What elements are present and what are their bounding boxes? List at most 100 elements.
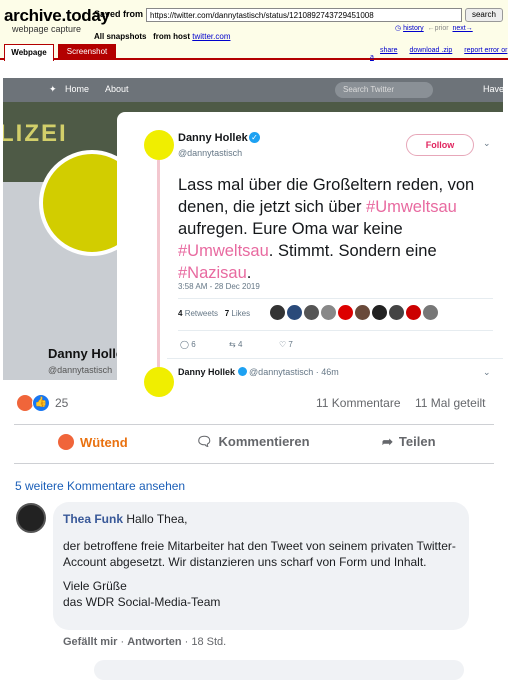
tweet-author: Danny Hollek xyxy=(178,132,248,144)
profile-handle: @dannytastisch xyxy=(48,365,113,375)
reply-avatar xyxy=(144,367,174,397)
profile-name: Danny Holle xyxy=(48,346,124,361)
avatar[interactable] xyxy=(16,503,46,533)
retweets-count: 4 xyxy=(178,309,183,318)
tweet-timestamp: 3:58 AM - 28 Dec 2019 xyxy=(178,282,260,291)
snapshots-row: All snapshots from host twitter.com xyxy=(94,32,230,41)
history-link[interactable]: history xyxy=(403,25,424,32)
history-nav: ◷ history ←prior next→ xyxy=(395,24,473,32)
retweet-action: ⇆ 4 xyxy=(229,340,242,349)
saved-from-label: Saved from xyxy=(94,9,144,19)
twitter-search: Search Twitter xyxy=(335,82,433,98)
likes-count: 7 xyxy=(224,309,230,318)
liker-avatar xyxy=(321,305,336,320)
thread-line xyxy=(157,160,160,372)
host-link[interactable]: twitter.com xyxy=(192,32,230,41)
comment-age[interactable]: 18 Std. xyxy=(191,636,226,648)
liker-avatar xyxy=(372,305,387,320)
comment-author[interactable]: Thea Funk xyxy=(63,512,123,526)
liker-avatar xyxy=(287,305,302,320)
comment-bubble: Thea Funk Hallo Thea, der betroffene fre… xyxy=(53,502,469,630)
comment-button[interactable]: 🗨 Kommentieren xyxy=(196,434,310,450)
follow-button: Follow xyxy=(406,134,474,156)
next-link[interactable]: next→ xyxy=(452,25,472,32)
comment-meta: Gefällt mir · Antworten · 18 Std. xyxy=(63,636,227,648)
download-link[interactable]: download .zip xyxy=(409,47,452,54)
comment-icon: 🗨 xyxy=(196,434,213,449)
tweet-stats: 4 Retweets 7 Likes xyxy=(178,309,250,318)
comment-header: Thea Funk Hallo Thea, xyxy=(63,512,188,526)
liker-avatar xyxy=(406,305,421,320)
tweet-handle: @dannytastisch xyxy=(178,148,243,158)
divider xyxy=(178,330,493,331)
verified-icon xyxy=(237,367,247,376)
reply-handle: @dannytastisch xyxy=(249,367,314,377)
angry-button[interactable]: Wütend xyxy=(58,434,128,450)
like-reaction-icon[interactable]: 👍 xyxy=(32,394,50,412)
divider xyxy=(14,463,494,464)
all-snapshots-link[interactable]: All snapshots xyxy=(94,32,146,41)
tab-screenshot[interactable]: Screenshot xyxy=(58,44,116,60)
comment-label: Kommentieren xyxy=(218,434,310,449)
likes-label: Likes xyxy=(231,309,251,318)
chevron-down-icon: ⌄ xyxy=(483,138,491,148)
comment-closing-1: Viele Grüße xyxy=(63,579,127,593)
divider xyxy=(178,298,493,299)
twitter-nav: ✦ Home About Search Twitter Have xyxy=(3,78,503,102)
comment-greeting: Hallo Thea, xyxy=(126,512,188,526)
hashtag-umweltsau-2: #Umweltsau xyxy=(178,242,269,260)
retweet-count: 4 xyxy=(237,340,243,349)
tweet-avatar xyxy=(144,130,174,160)
more-comments-link[interactable]: 5 weitere Kommentare ansehen xyxy=(15,479,185,493)
share-icon: ➦ xyxy=(382,434,393,449)
banner-text: LIZEI xyxy=(3,120,68,147)
liker-avatar xyxy=(338,305,353,320)
share-label: Teilen xyxy=(398,434,436,449)
verified-icon: ✓ xyxy=(249,132,260,143)
comment-body: der betroffene freie Mitarbeiter hat den… xyxy=(63,538,459,610)
search-button[interactable]: search xyxy=(465,8,503,22)
retweet-icon: ⇆ xyxy=(229,340,236,349)
comment-closing-2: das WDR Social-Media-Team xyxy=(63,595,221,609)
chevron-down-icon: ⌄ xyxy=(483,367,491,377)
tweet-text-2: aufregen. Eure Oma war keine xyxy=(178,220,403,238)
reply-header: Danny Hollek @dannytastisch · 46m xyxy=(178,367,339,377)
liker-avatar xyxy=(389,305,404,320)
liker-avatar xyxy=(423,305,438,320)
comments-count[interactable]: 11 Kommentare xyxy=(316,396,401,410)
share-link[interactable]: share xyxy=(380,47,398,54)
reply-author: Danny Hollek xyxy=(178,367,236,377)
liker-avatar xyxy=(270,305,285,320)
archive-header: archive.today webpage capture Saved from… xyxy=(0,0,508,61)
archive-actions: share download .zip report error or a xyxy=(370,47,508,61)
comment-paragraph: der betroffene freie Mitarbeiter hat den… xyxy=(63,539,456,569)
liker-avatars xyxy=(270,305,438,320)
tweet-text-4: . xyxy=(246,264,252,282)
tweet-text: Lass mal über die Großeltern reden, von … xyxy=(178,174,498,284)
url-field[interactable]: https://twitter.com/dannytastisch/status… xyxy=(146,8,462,22)
liker-avatar xyxy=(355,305,370,320)
nav-about: About xyxy=(105,84,129,94)
reply-action: ◯ 6 xyxy=(180,340,196,349)
next-comment-bubble xyxy=(94,660,464,680)
reply-comment-link[interactable]: Antworten xyxy=(127,636,181,648)
like-comment-link[interactable]: Gefällt mir xyxy=(63,636,117,648)
tab-webpage[interactable]: Webpage xyxy=(4,44,54,61)
reply-time: · 46m xyxy=(315,367,339,377)
like-action: ♡ 7 xyxy=(279,340,293,349)
reply-icon: ◯ xyxy=(180,340,189,349)
shares-count[interactable]: 11 Mal geteilt xyxy=(415,396,485,410)
liker-avatar xyxy=(304,305,319,320)
divider xyxy=(14,424,494,425)
tweet-text-3: . Stimmt. Sondern eine xyxy=(268,242,437,260)
nav-home: Home xyxy=(65,84,90,94)
prior-link[interactable]: ←prior xyxy=(428,25,449,32)
like-count: 7 xyxy=(288,340,293,349)
from-host-label: from host xyxy=(153,32,191,41)
divider xyxy=(167,358,503,359)
angry-icon xyxy=(58,434,74,450)
reaction-count[interactable]: 25 xyxy=(55,396,68,410)
share-button[interactable]: ➦ Teilen xyxy=(382,434,436,450)
hashtag-umweltsau: #Umweltsau xyxy=(366,198,457,216)
nav-have: Have xyxy=(483,84,503,94)
